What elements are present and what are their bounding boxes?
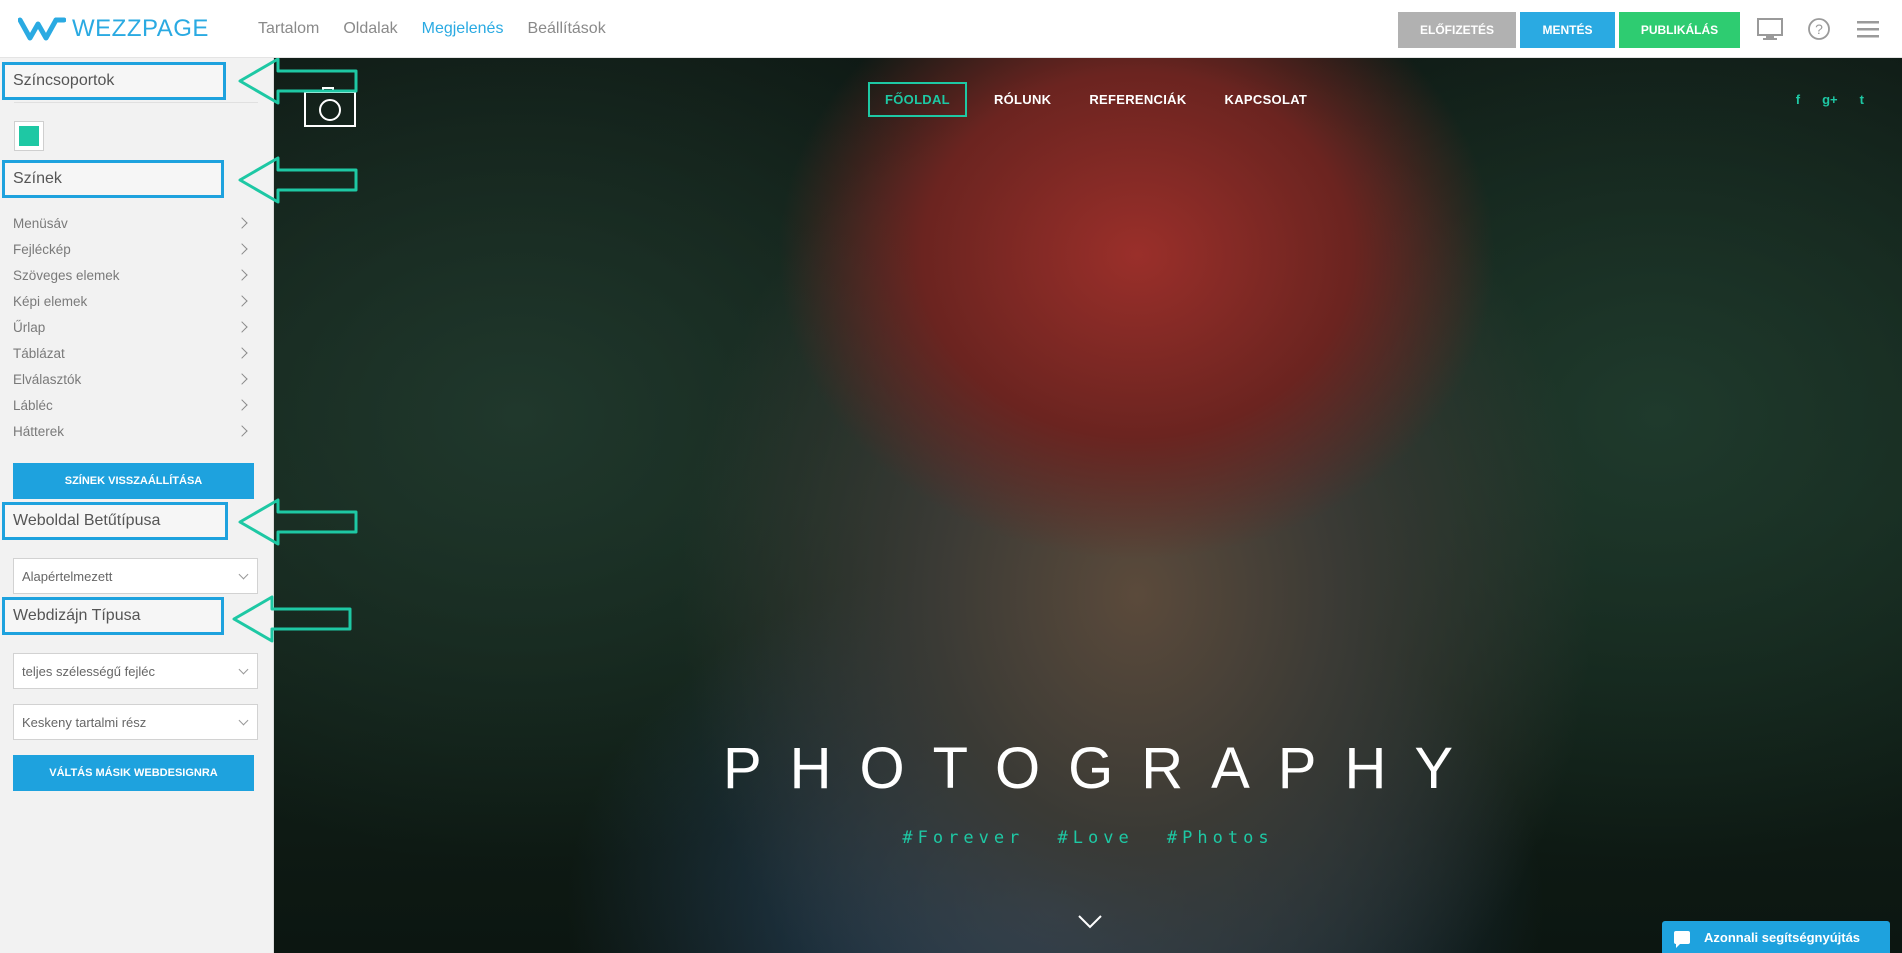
live-help-label: Azonnali segítségnyújtás [1704,929,1861,945]
color-item-label: Szöveges elemek [13,267,120,283]
color-item-label: Lábléc [13,397,53,413]
logo-text: WEZZPAGE [72,15,209,42]
google-plus-icon[interactable]: g+ [1822,92,1838,107]
color-item-table[interactable]: Táblázat [13,340,250,366]
site-nav-home[interactable]: FŐOLDAL [868,82,967,117]
annotation-arrow-icon [232,595,352,643]
color-item-label: Fejléckép [13,241,71,257]
header-type-value: teljes szélességű fejléc [22,663,155,679]
annotation-arrow-icon [238,498,358,546]
social-links: f g+ t [1774,92,1864,107]
divider [14,102,258,103]
chevron-down-icon [238,569,249,579]
save-button[interactable]: MENTÉS [1520,12,1615,48]
live-help-button[interactable]: Azonnali segítségnyújtás [1662,921,1890,953]
site-nav-contact[interactable]: KAPCSOLAT [1225,92,1308,107]
color-item-dividers[interactable]: Elválasztók [13,366,250,392]
facebook-icon[interactable]: f [1796,92,1800,107]
chevron-down-icon [238,664,249,674]
nav-tab-content[interactable]: Tartalom [258,20,319,38]
appearance-sidebar: Színcsoportok Színek Menüsáv Fejléckép S… [0,58,274,953]
swatch-fill [19,126,39,146]
switch-design-button[interactable]: VÁLTÁS MÁSIK WEBDESIGNRA [13,755,254,791]
design-type-title: Webdizájn Típusa [2,597,224,635]
hero-tags: #Forever #Love #Photos [902,828,1274,848]
font-select-value: Alapértelmezett [22,568,113,584]
colors-title: Színek [2,160,224,198]
color-item-backgrounds[interactable]: Hátterek [13,418,250,444]
color-item-label: Menüsáv [13,215,68,231]
nav-tab-settings[interactable]: Beállítások [527,20,605,38]
chevron-right-icon [236,295,248,307]
chevron-right-icon [236,373,248,385]
menu-icon[interactable] [1853,14,1883,44]
color-item-label: Hátterek [13,423,65,439]
chat-bubble-icon [1674,930,1690,948]
chevron-right-icon [236,269,248,281]
site-nav-about[interactable]: RÓLUNK [994,92,1051,107]
color-group-swatch[interactable] [14,121,44,151]
chevron-right-icon [236,321,248,333]
reset-colors-button[interactable]: SZÍNEK VISSZAÁLLÍTÁSA [13,463,254,499]
font-title: Weboldal Betűtípusa [2,502,228,540]
toolbar-buttons: ELŐFIZETÉS MENTÉS PUBLIKÁLÁS [1394,12,1740,48]
color-item-label: Elválasztók [13,371,82,387]
chevron-right-icon [236,347,248,359]
color-item-image-elements[interactable]: Képi elemek [13,288,250,314]
color-item-label: Képi elemek [13,293,88,309]
subscribe-button[interactable]: ELŐFIZETÉS [1398,12,1516,48]
color-groups-title: Színcsoportok [2,62,226,100]
content-type-value: Keskeny tartalmi rész [22,714,147,730]
nav-tab-appearance[interactable]: Megjelenés [422,20,504,38]
twitter-icon[interactable]: t [1860,92,1864,107]
nav-tab-pages[interactable]: Oldalak [343,20,397,38]
scroll-down-icon[interactable] [1077,908,1103,934]
svg-text:?: ? [1815,21,1823,37]
chevron-down-icon [238,715,249,725]
top-bar: WEZZPAGE Tartalom Oldalak Megjelenés Beá… [0,0,1902,58]
content-type-select[interactable]: Keskeny tartalmi rész [13,704,258,740]
hero-title: PHOTOGRAPHY [722,736,1482,801]
color-item-footer[interactable]: Lábléc [13,392,250,418]
publish-button[interactable]: PUBLIKÁLÁS [1619,12,1740,48]
color-item-menubar[interactable]: Menüsáv [13,210,250,236]
site-nav-references[interactable]: REFERENCIÁK [1089,92,1186,107]
site-preview-hero: FŐOLDAL RÓLUNK REFERENCIÁK KAPCSOLAT f g… [274,58,1902,953]
color-item-form[interactable]: Űrlap [13,314,250,340]
wezzpage-logo[interactable]: WEZZPAGE [18,14,209,44]
color-settings-list: Menüsáv Fejléckép Szöveges elemek Képi e… [13,210,250,444]
site-nav: FŐOLDAL RÓLUNK REFERENCIÁK KAPCSOLAT [868,82,1345,117]
font-select[interactable]: Alapértelmezett [13,558,258,594]
chevron-right-icon [236,399,248,411]
toolbar-icons: ? [1755,14,1902,44]
header-type-select[interactable]: teljes szélességű fejléc [13,653,258,689]
color-item-header-image[interactable]: Fejléckép [13,236,250,262]
annotation-arrow-icon [238,57,358,105]
main-nav: Tartalom Oldalak Megjelenés Beállítások [258,0,630,58]
logo-mark-icon [18,17,66,41]
chevron-right-icon [236,425,248,437]
color-item-label: Táblázat [13,345,65,361]
annotation-arrow-icon [238,156,358,204]
chevron-right-icon [236,243,248,255]
monitor-icon[interactable] [1755,14,1785,44]
color-item-text-elements[interactable]: Szöveges elemek [13,262,250,288]
color-item-label: Űrlap [13,319,46,335]
help-icon[interactable]: ? [1804,14,1834,44]
chevron-right-icon [236,217,248,229]
